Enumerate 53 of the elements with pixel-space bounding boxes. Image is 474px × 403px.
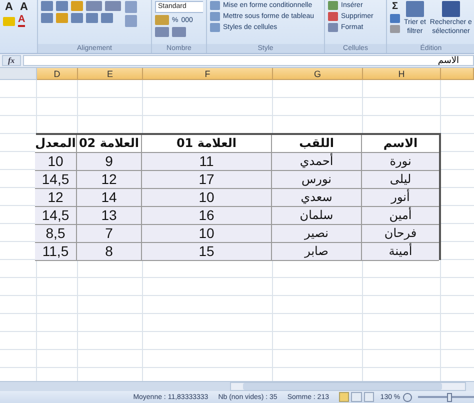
header-cell: المعدل bbox=[35, 135, 76, 153]
table-cell: 10 bbox=[35, 153, 76, 171]
page-layout-icon[interactable] bbox=[351, 392, 362, 402]
header-cell: العلامة 01 bbox=[141, 135, 271, 153]
table-cell: 9 bbox=[76, 153, 141, 171]
table-cell: 14,5 bbox=[35, 207, 76, 225]
table-cell: نورس bbox=[271, 171, 361, 189]
table-cell: سعدي bbox=[271, 189, 361, 207]
table-cell: أحمدي bbox=[271, 153, 361, 171]
table-cell: 14,5 bbox=[35, 171, 76, 189]
table-cell: أمين bbox=[361, 207, 439, 225]
table-cell: 12 bbox=[76, 171, 141, 189]
zoom-out-icon[interactable] bbox=[403, 392, 412, 402]
column-header[interactable]: H bbox=[363, 68, 441, 80]
font-color-button[interactable]: A bbox=[18, 15, 26, 27]
sum-button[interactable]: Σ bbox=[390, 1, 400, 12]
table-cell: سلمان bbox=[271, 207, 361, 225]
column-header[interactable]: D bbox=[37, 68, 78, 80]
table-cell: 12 bbox=[35, 189, 76, 207]
table-cell: 13 bbox=[76, 207, 141, 225]
table-cell: 7 bbox=[76, 225, 141, 243]
table-cell: 10 bbox=[141, 225, 271, 243]
table-cell: نصير bbox=[271, 225, 361, 243]
select-all-corner[interactable] bbox=[0, 68, 37, 80]
table-cell: 17 bbox=[141, 171, 271, 189]
header-cell: الاسم bbox=[361, 135, 439, 153]
table-cell: فرحان bbox=[361, 225, 439, 243]
table-cell: 8 bbox=[76, 243, 141, 261]
table-cell: 11 bbox=[141, 153, 271, 171]
page-break-icon[interactable] bbox=[364, 392, 374, 402]
grow-font-button[interactable]: A bbox=[3, 1, 15, 13]
insert-function-button[interactable]: fx bbox=[2, 55, 21, 66]
table-cell: نورة bbox=[361, 153, 439, 171]
shrink-font-button[interactable]: A bbox=[18, 1, 30, 13]
column-header[interactable]: F bbox=[143, 68, 273, 80]
normal-view-icon[interactable] bbox=[338, 392, 350, 402]
table-cell: 16 bbox=[141, 207, 271, 225]
horizontal-scrollbar[interactable] bbox=[230, 382, 466, 391]
column-header[interactable] bbox=[441, 68, 474, 80]
column-header[interactable]: G bbox=[273, 68, 363, 80]
formula-input[interactable]: الاسم bbox=[22, 55, 474, 66]
table-cell: 11,5 bbox=[35, 243, 76, 261]
column-header[interactable]: E bbox=[78, 68, 143, 80]
table-cell: أنور bbox=[361, 189, 439, 207]
table-cell: صابر bbox=[271, 243, 361, 261]
table-cell: 14 bbox=[76, 189, 141, 207]
header-cell: اللقب bbox=[271, 135, 361, 153]
table-cell: 8,5 bbox=[35, 225, 76, 243]
table-cell: أمينة bbox=[361, 243, 439, 261]
table-cell: 10 bbox=[141, 189, 271, 207]
table-cell: 15 bbox=[141, 243, 271, 261]
table-cell: ليلى bbox=[361, 171, 439, 189]
header-cell: العلامة 02 bbox=[76, 135, 141, 153]
